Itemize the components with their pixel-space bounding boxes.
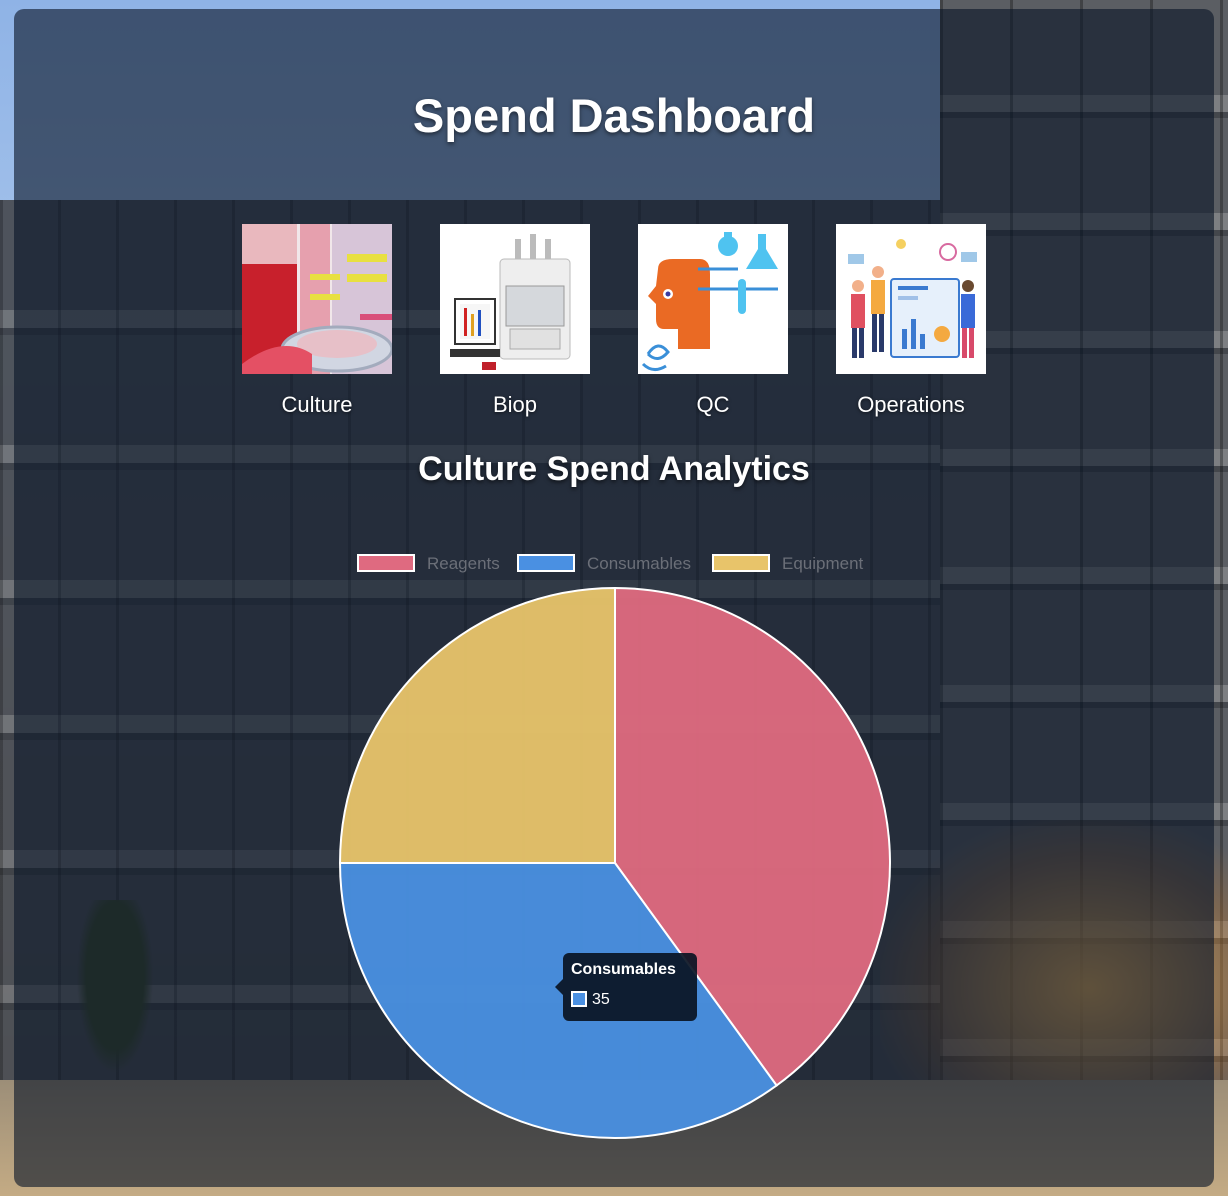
category-label: QC [696,392,730,417]
tooltip-title: Consumables [571,961,676,978]
category-grid: Culture Biop QC Operations [242,224,986,424]
chart-title: Culture Spend Analytics [418,450,810,488]
category-culture[interactable]: Culture [242,224,392,418]
category-label: Operations [857,392,965,417]
head-with-flasks-image[interactable] [638,224,788,374]
petri-dish-culture-image[interactable] [242,224,392,374]
category-qc[interactable]: QC [638,224,788,418]
legend-label: Reagents [427,554,500,573]
legend-swatch [517,554,575,572]
legend-swatch [712,554,770,572]
chart-tooltip: Consumables 35 [555,953,697,1021]
tooltip-value: 35 [592,991,610,1008]
chart-legend: Reagents Consumables Equipment [357,553,897,575]
pie-slice-equipment[interactable] [338,586,616,864]
pie-chart[interactable] [330,580,900,1150]
legend-label: Equipment [782,554,864,573]
tooltip-color-swatch [571,991,587,1007]
page-title: Spend Dashboard [412,89,816,142]
category-label: Biop [492,392,538,417]
team-dashboard-image[interactable] [836,224,986,374]
category-label: Culture [281,392,353,417]
category-operations[interactable]: Operations [836,224,986,418]
category-biop[interactable]: Biop [440,224,590,418]
legend-label: Consumables [587,554,691,573]
lab-instrument-image[interactable] [440,224,590,374]
legend-swatch [357,554,415,572]
